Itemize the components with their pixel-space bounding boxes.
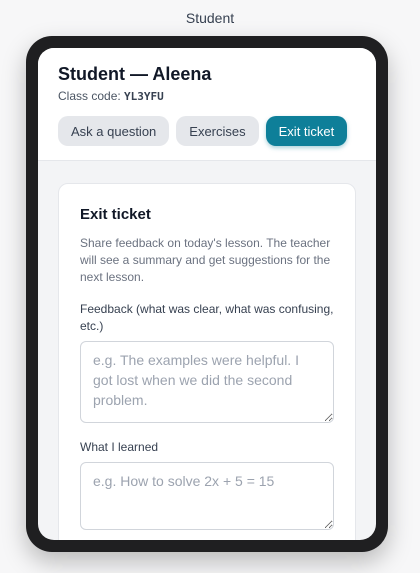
exit-ticket-title: Exit ticket xyxy=(80,206,151,223)
exit-ticket-description: Share feedback on today's lesson. The te… xyxy=(80,236,331,284)
learned-textarea[interactable] xyxy=(80,462,334,530)
tablet-frame: Student — Aleena Class code: YL3YFU Ask … xyxy=(26,36,388,552)
tab-exercises[interactable]: Exercises xyxy=(176,116,259,146)
exit-ticket-card: Exit ticket Share feedback on today's le… xyxy=(58,183,356,540)
feedback-textarea[interactable] xyxy=(80,341,334,423)
tab-exit-ticket[interactable]: Exit ticket xyxy=(265,116,348,146)
main-content: Exit ticket Share feedback on today's le… xyxy=(38,161,376,540)
tab-bar: Ask a question Exercises Exit ticket xyxy=(58,116,356,146)
class-code: Class code: YL3YFU xyxy=(58,89,356,103)
tab-ask-a-question[interactable]: Ask a question xyxy=(58,116,170,146)
learned-label: What I learned xyxy=(80,440,159,454)
class-code-label: Class code: xyxy=(58,89,121,103)
window-title: Student xyxy=(185,10,235,26)
page-title: Student — Aleena xyxy=(58,64,212,84)
class-code-value: YL3YFU xyxy=(124,90,164,103)
header: Student — Aleena Class code: YL3YFU Ask … xyxy=(38,48,376,161)
app-screen: Student — Aleena Class code: YL3YFU Ask … xyxy=(38,48,376,540)
feedback-label: Feedback (what was clear, what was confu… xyxy=(80,302,334,333)
